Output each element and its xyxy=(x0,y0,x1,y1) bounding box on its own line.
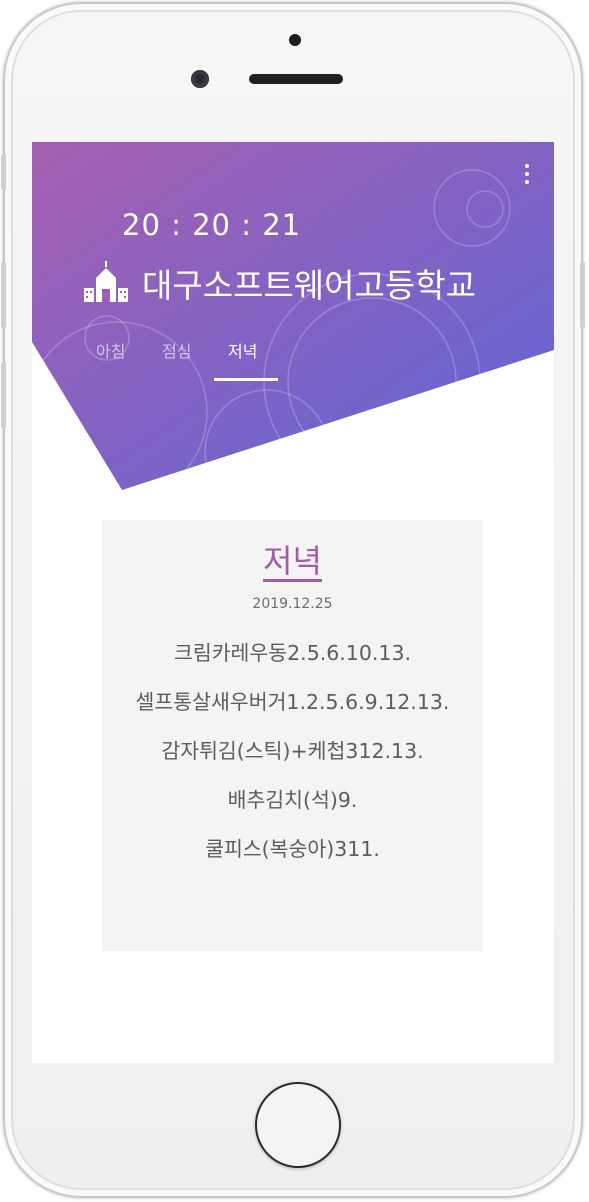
menu-item: 크림카레우동2.5.6.10.13. xyxy=(173,641,412,665)
menu-item: 배추김치(석)9. xyxy=(227,788,358,812)
active-tab-indicator xyxy=(214,378,278,381)
menu-list: 크림카레우동2.5.6.10.13. 셀프통살새우버거1.2.5.6.9.12.… xyxy=(118,640,467,885)
tab-dinner[interactable]: 저녁 xyxy=(228,338,257,362)
menu-item: 감자튀김(스틱)+케첩312.13. xyxy=(161,739,424,763)
home-button[interactable] xyxy=(255,1082,341,1168)
power-button xyxy=(580,262,585,328)
proximity-sensor xyxy=(289,34,301,46)
mute-switch xyxy=(1,154,6,190)
school-name: 대구소프트웨어고등학교 xyxy=(142,266,476,305)
clock-time: 20 : 20 : 21 xyxy=(122,208,302,242)
more-options-icon[interactable] xyxy=(520,162,534,188)
menu-item: 쿨피스(복숭아)311. xyxy=(205,837,380,861)
volume-down-button xyxy=(1,362,6,428)
meal-title: 저녁 xyxy=(263,542,322,580)
meal-card: 저녁 2019.12.25 크림카레우동2.5.6.10.13. 셀프통살새우버… xyxy=(102,520,483,951)
earpiece-speaker xyxy=(249,74,343,84)
school-header: 대구소프트웨어고등학교 xyxy=(82,258,476,308)
school-icon xyxy=(84,261,128,302)
header-background xyxy=(32,142,554,490)
meal-date: 2019.12.25 xyxy=(252,596,333,612)
volume-up-button xyxy=(1,262,6,328)
tab-breakfast[interactable]: 아침 xyxy=(96,338,125,362)
front-camera xyxy=(191,70,209,88)
tab-lunch[interactable]: 점심 xyxy=(162,338,191,362)
menu-item: 셀프통살새우버거1.2.5.6.9.12.13. xyxy=(135,690,450,714)
app-screen: 20 : 20 : 21 대구소프트웨어고등학교 아침 점심 저녁 저녁 201… xyxy=(32,142,554,1063)
